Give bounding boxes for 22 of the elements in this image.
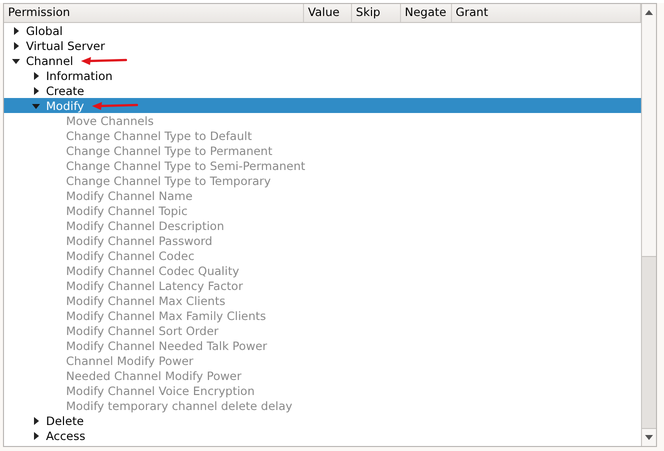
tree-item[interactable]: Create <box>4 83 641 98</box>
scroll-down-icon[interactable] <box>645 435 653 440</box>
expand-arrow-icon[interactable] <box>32 72 40 80</box>
scroll-up-icon[interactable] <box>645 10 653 15</box>
tree-item[interactable]: Access <box>4 428 641 443</box>
tree-item[interactable]: Information <box>4 68 641 83</box>
tree-item[interactable]: Global <box>4 23 641 38</box>
column-header[interactable]: Skip <box>352 4 401 22</box>
column-header[interactable]: Value <box>304 4 352 22</box>
column-header[interactable]: Negate <box>400 4 452 22</box>
tree-item[interactable]: Delete <box>4 413 641 428</box>
tree-item[interactable]: Channel <box>4 53 641 68</box>
tree-item[interactable]: Virtual Server <box>4 38 641 53</box>
expand-arrow-icon[interactable] <box>12 56 20 64</box>
tree-item[interactable]: Modify <box>4 98 641 113</box>
expand-arrow-icon[interactable] <box>12 26 20 34</box>
expand-arrow-icon[interactable] <box>32 432 40 440</box>
scrollbar[interactable] <box>641 4 656 446</box>
column-header[interactable]: Permission <box>4 4 304 22</box>
expand-arrow-icon[interactable] <box>12 42 20 50</box>
expand-arrow-icon[interactable] <box>32 86 40 94</box>
expand-arrow-icon[interactable] <box>32 416 40 424</box>
